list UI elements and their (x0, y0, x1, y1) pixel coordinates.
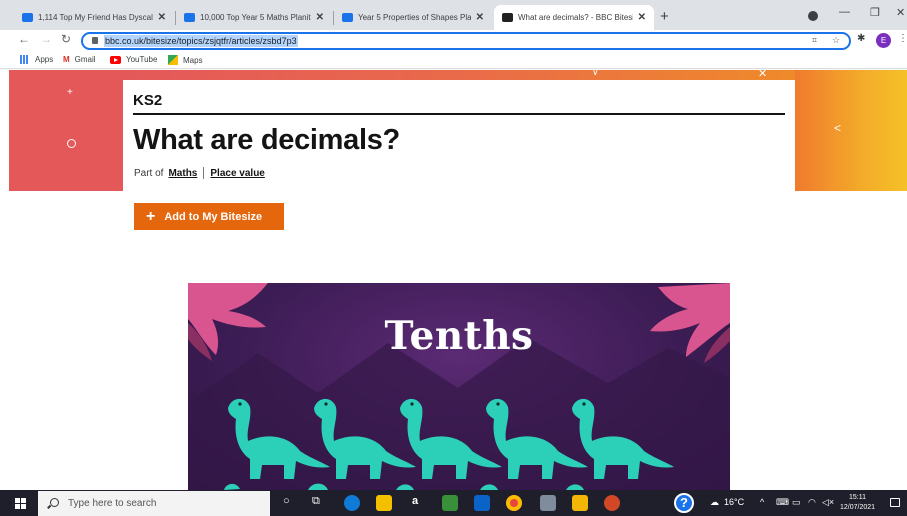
volume-icon[interactable]: ◁× (822, 497, 834, 508)
decorative-chevron-icon: < (834, 121, 842, 135)
browser-toolbar: ← → ↻ bbc.co.uk/bitesize/topics/zsjqtfr/… (0, 30, 907, 52)
temperature-text[interactable]: 16°C (724, 497, 744, 507)
bookmark-star-icon[interactable]: ☆ (832, 35, 840, 46)
bookmark-label: YouTube (126, 55, 158, 64)
tray-chevron-icon[interactable]: ^ (760, 497, 764, 507)
tab-dyscalculia[interactable]: 1,114 Top My Friend Has Dyscalc ✕ (14, 5, 174, 30)
header-divider (133, 113, 785, 115)
hero-image: Tenths (188, 283, 730, 490)
restore-icon[interactable]: ❐ (870, 6, 880, 19)
bookmark-label: Apps (35, 55, 54, 64)
part-of-label: Part of (134, 167, 164, 179)
tab-bbc-bitesize[interactable]: What are decimals? - BBC Bitesiz ✕ (494, 5, 654, 30)
clock-date: 12/07/2021 (840, 504, 876, 511)
decorative-circle-icon (67, 139, 76, 148)
bookmark-gmail[interactable]: M Gmail (63, 55, 96, 64)
twinkl-favicon-icon (342, 13, 353, 22)
tab-title: Year 5 Properties of Shapes Plani (358, 13, 471, 22)
decorative-plus-icon: + (67, 87, 73, 98)
battery-icon[interactable]: ▭ (792, 497, 801, 508)
tab-title: 1,114 Top My Friend Has Dyscalc (38, 13, 153, 22)
extensions-icon[interactable]: ✱ (857, 33, 865, 44)
minimize-icon[interactable]: — (839, 6, 850, 18)
decorative-vee-icon: ∨ (592, 70, 599, 77)
page-content[interactable]: + < ∨ ✕ KS2 What are decimals? Part of M… (0, 70, 907, 490)
weather-cloud-icon[interactable]: ☁ (710, 497, 719, 508)
tripadvisor-icon[interactable] (442, 495, 458, 511)
youtube-icon (110, 55, 121, 64)
tab-title: 10,000 Top Year 5 Maths Planit Te (200, 13, 311, 22)
bookmark-label: Maps (183, 55, 203, 65)
close-window-icon[interactable]: ✕ (896, 6, 905, 19)
breadcrumb-divider (203, 167, 205, 179)
tab-title: What are decimals? - BBC Bitesiz (518, 13, 633, 22)
link-maths[interactable]: Maths (168, 168, 197, 179)
file-explorer-icon[interactable] (572, 495, 588, 511)
address-bar[interactable]: bbc.co.uk/bitesize/topics/zsjqtfr/articl… (81, 32, 851, 50)
apps-grid-icon (20, 55, 29, 64)
header-band-right (795, 70, 907, 191)
page-title: What are decimals? (133, 124, 400, 156)
windows-taskbar: Type here to search ○ ⧉ a ? ☁ 16°C ^ ⌨ ▭… (0, 490, 907, 516)
plus-icon: + (146, 207, 156, 225)
back-icon[interactable]: ← (18, 32, 30, 46)
hero-title: Tenths (384, 313, 534, 359)
header-band-left (9, 70, 123, 191)
tab-search-icon[interactable] (808, 11, 818, 21)
cortana-icon[interactable]: ○ (283, 495, 290, 507)
store-icon[interactable] (376, 495, 392, 511)
notification-icon[interactable] (890, 498, 900, 507)
taskbar-search-placeholder: Type here to search (68, 498, 157, 509)
edge-icon[interactable] (344, 495, 360, 511)
search-icon (50, 498, 59, 507)
bookmark-youtube[interactable]: YouTube (110, 55, 157, 64)
close-tab-icon[interactable]: ✕ (476, 12, 484, 23)
header-band-top (123, 70, 795, 80)
chrome-icon[interactable] (506, 495, 522, 511)
key-stage-label[interactable]: KS2 (133, 92, 162, 109)
url-text[interactable]: bbc.co.uk/bitesize/topics/zsjqtfr/articl… (104, 35, 298, 47)
twinkl-favicon-icon (22, 13, 33, 22)
amazon-icon[interactable]: a (412, 495, 418, 507)
menu-icon[interactable]: ⋮ (898, 33, 907, 44)
clock-time: 15:11 (849, 494, 867, 501)
close-tab-icon[interactable]: ✕ (158, 12, 166, 23)
reload-icon[interactable]: ↻ (61, 32, 71, 46)
forward-icon[interactable]: → (40, 32, 52, 46)
help-icon[interactable]: ? (674, 493, 694, 513)
breadcrumb: Part of Maths Place value (134, 167, 265, 179)
tab-strip: 1,114 Top My Friend Has Dyscalc ✕ 10,000… (0, 0, 907, 30)
link-place-value[interactable]: Place value (210, 168, 264, 179)
new-tab-icon[interactable]: + (660, 8, 669, 25)
maps-icon (168, 55, 178, 65)
bookmark-apps[interactable]: Apps (20, 55, 53, 64)
bbc-favicon-icon (502, 13, 513, 22)
bookmark-label: Gmail (74, 55, 96, 64)
add-to-my-bitesize-button[interactable]: + Add to My Bitesize (134, 203, 284, 230)
mail-icon[interactable] (474, 495, 490, 511)
keyboard-icon[interactable]: ⌨ (776, 497, 789, 508)
close-tab-icon[interactable]: ✕ (638, 12, 646, 23)
bookmarks-bar: Apps M Gmail YouTube Maps (0, 52, 907, 69)
browser-window: 1,114 Top My Friend Has Dyscalc ✕ 10,000… (0, 0, 907, 516)
twinkl-favicon-icon (184, 13, 195, 22)
profile-avatar[interactable]: E (876, 33, 891, 48)
lock-icon (92, 37, 98, 44)
qr-code-icon[interactable]: ⌗ (812, 35, 817, 46)
tab-year5-maths[interactable]: 10,000 Top Year 5 Maths Planit Te ✕ (176, 5, 332, 30)
tab-properties-of-shapes[interactable]: Year 5 Properties of Shapes Plani ✕ (334, 5, 492, 30)
article-header: KS2 What are decimals? Part of Maths Pla… (123, 80, 795, 191)
add-button-label: Add to My Bitesize (164, 210, 263, 223)
bookmark-maps[interactable]: Maps (168, 55, 203, 65)
taskbar-search-box[interactable]: Type here to search (38, 491, 270, 516)
close-tab-icon[interactable]: ✕ (316, 12, 324, 23)
wifi-icon[interactable]: ◠ (808, 497, 816, 508)
system-clock[interactable]: 15:11 12/07/2021 (840, 493, 875, 513)
paint-icon[interactable] (540, 495, 556, 511)
windows-start-icon[interactable] (15, 498, 26, 509)
task-view-icon[interactable]: ⧉ (312, 495, 320, 508)
powerpoint-icon[interactable] (604, 495, 620, 511)
decorative-cross-icon: ✕ (758, 70, 768, 80)
gmail-icon: M (63, 55, 70, 64)
